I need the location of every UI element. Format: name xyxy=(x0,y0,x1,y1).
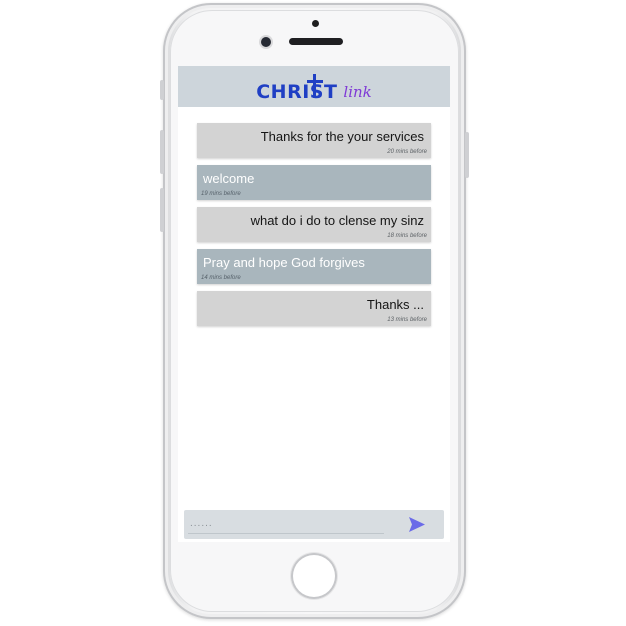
app-header: CHRIST link xyxy=(178,66,450,107)
home-button[interactable] xyxy=(291,553,337,599)
app-screen: CHRIST link Thanks for the your services… xyxy=(178,66,450,542)
send-button[interactable] xyxy=(408,516,426,533)
volume-down-button xyxy=(160,188,164,232)
logo-text: CHRIST xyxy=(256,80,338,103)
cross-icon xyxy=(307,73,324,98)
message-timestamp: 20 mins before xyxy=(387,149,427,155)
sent-message: Thanks for the your services 20 mins befo… xyxy=(197,123,431,158)
earpiece-speaker xyxy=(289,38,343,45)
message-text: welcome xyxy=(203,171,255,186)
power-button xyxy=(465,132,469,178)
logo-script: link xyxy=(343,82,372,101)
volume-up-button xyxy=(160,130,164,174)
message-timestamp: 19 mins before xyxy=(201,191,241,197)
sent-message: Thanks ... 13 mins before xyxy=(197,291,431,326)
message-text: Pray and hope God forgives xyxy=(203,255,365,270)
message-list: Thanks for the your services 20 mins befo… xyxy=(197,123,431,333)
app-logo: CHRIST link xyxy=(256,72,372,102)
received-message: Pray and hope God forgives 14 mins before xyxy=(197,249,431,284)
send-icon xyxy=(409,517,425,532)
front-camera xyxy=(261,37,271,47)
proximity-sensor xyxy=(312,20,319,27)
message-timestamp: 14 mins before xyxy=(201,275,241,281)
message-timestamp: 18 mins before xyxy=(387,233,427,239)
message-timestamp: 13 mins before xyxy=(387,317,427,323)
message-text: Thanks for the your services xyxy=(260,129,424,144)
message-text: Thanks ... xyxy=(366,297,424,312)
message-composer xyxy=(184,510,444,539)
mute-switch xyxy=(160,80,164,100)
sent-message: what do i do to clense my sinz 18 mins be… xyxy=(197,207,431,242)
message-input[interactable] xyxy=(188,514,384,534)
received-message: welcome 19 mins before xyxy=(197,165,431,200)
message-text: what do i do to clense my sinz xyxy=(250,213,424,228)
